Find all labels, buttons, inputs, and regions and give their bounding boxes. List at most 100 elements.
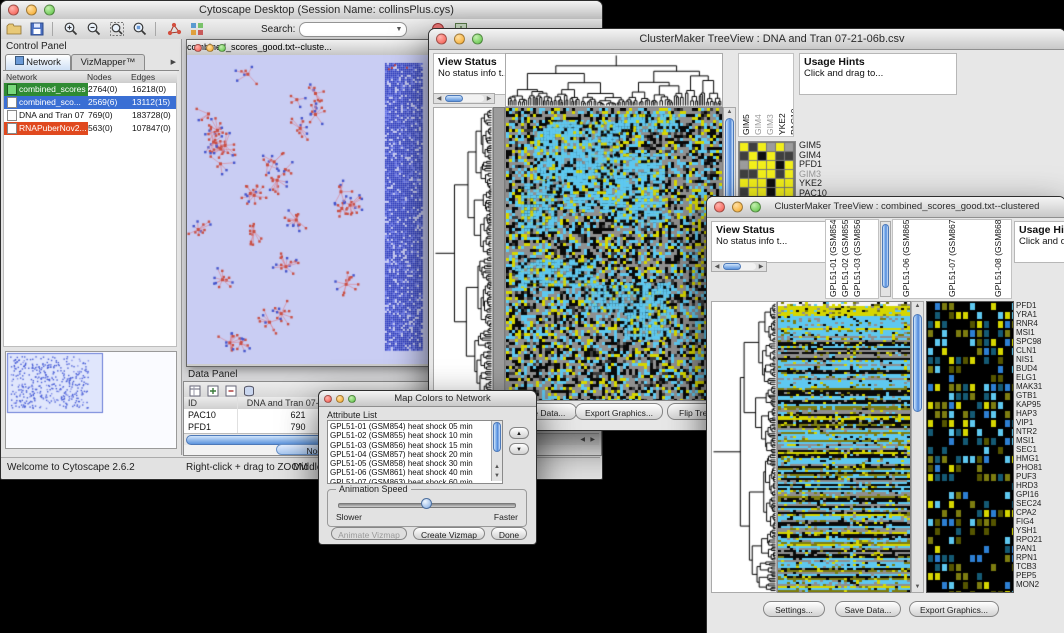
zoom-out-icon[interactable] — [86, 21, 104, 37]
gene-label[interactable]: TCB3 — [1016, 562, 1062, 571]
network-table-row[interactable]: combined_scores 2764(0) 16218(0) — [4, 83, 176, 96]
zoom-button[interactable] — [44, 5, 55, 16]
gene-label[interactable]: PFD1 — [1016, 301, 1062, 310]
scroll-right-icon[interactable]: ▶ — [590, 436, 595, 443]
zoom-in-icon[interactable] — [63, 21, 81, 37]
window-controls[interactable] — [8, 5, 55, 16]
gene-label[interactable]: CPA2 — [1016, 508, 1062, 517]
treeview1-titlebar[interactable]: ClusterMaker TreeView : DNA and Tran 07-… — [429, 29, 1064, 50]
minimize-button[interactable] — [454, 34, 465, 45]
vscrollbar-thumb[interactable] — [913, 314, 922, 412]
column-label[interactable]: GPL51-08 (GSM868) — [993, 221, 1003, 297]
heatmap-global-view[interactable] — [505, 107, 723, 401]
network-table-row[interactable]: RNAPuberNov2... 563(0) 107847(0) — [4, 122, 176, 135]
gene-label[interactable]: NIS1 — [1016, 355, 1062, 364]
birdseye-view[interactable] — [5, 351, 177, 449]
vscrollbar-thumb[interactable] — [493, 422, 501, 452]
dendrogram-hscrollbar[interactable]: ◀ ▶ — [433, 93, 495, 104]
scroll-up-icon[interactable]: ▲ — [724, 108, 735, 117]
attribute-list-item[interactable]: GPL51-03 (GSM856) heat shock 15 min — [330, 441, 490, 450]
dendrogram-hscrollbar[interactable]: ◀ ▶ — [711, 261, 767, 272]
close-button[interactable] — [714, 202, 725, 213]
vscrollbar-thumb[interactable] — [882, 224, 889, 288]
speed-slider-thumb[interactable] — [421, 498, 432, 509]
gene-label[interactable]: YSH1 — [1016, 526, 1062, 535]
attribute-function-icon[interactable] — [243, 384, 256, 396]
column-label[interactable]: PAC10 — [789, 55, 794, 135]
tab-vizmapper[interactable]: VizMapper™ — [71, 54, 145, 70]
create-vizmap-button[interactable]: Create Vizmap — [413, 527, 485, 540]
attribute-list-item[interactable]: GPL51-06 (GSM861) heat shock 40 min — [330, 468, 490, 477]
cytoscape-titlebar[interactable]: Cytoscape Desktop (Session Name: collins… — [1, 1, 602, 20]
save-session-icon[interactable] — [29, 21, 47, 37]
gene-label[interactable]: RPN1 — [1016, 553, 1062, 562]
zoom-button[interactable] — [218, 44, 226, 52]
gene-label[interactable]: VIP1 — [1016, 418, 1062, 427]
scroll-left-icon[interactable]: ◀ — [580, 436, 585, 443]
attribute-list-item[interactable]: GPL51-02 (GSM855) heat shock 10 min — [330, 431, 490, 440]
column-label[interactable]: GPL51-03 (GSM856) — [852, 221, 862, 297]
close-button[interactable] — [194, 44, 202, 52]
tab-network[interactable]: Network — [5, 54, 71, 70]
gene-dendrogram[interactable] — [711, 301, 777, 593]
labels-vscrollbar[interactable] — [880, 221, 891, 297]
gene-label[interactable]: KAP95 — [1016, 400, 1062, 409]
gene-label[interactable]: HMG1 — [1016, 454, 1062, 463]
hscrollbar-thumb[interactable] — [723, 263, 741, 270]
attribute-list-item[interactable]: GPL51-01 (GSM854) heat shock 05 min — [330, 422, 490, 431]
gene-label[interactable]: SEC24 — [1016, 499, 1062, 508]
network-window-controls[interactable] — [194, 44, 226, 52]
close-button[interactable] — [8, 5, 19, 16]
move-up-button[interactable]: ▲ — [509, 427, 529, 439]
heatmap-global-view[interactable] — [777, 301, 911, 593]
list-vscrollbar[interactable]: ▲ ▼ — [491, 421, 502, 481]
gene-label[interactable]: NTR2 — [1016, 427, 1062, 436]
gene-label[interactable]: HRD3 — [1016, 481, 1062, 490]
heatmap-zoom-view[interactable] — [738, 141, 796, 199]
gene-dendrogram[interactable] — [433, 107, 493, 401]
column-label[interactable]: YKE2 — [777, 55, 787, 135]
gene-label[interactable]: PUF3 — [1016, 472, 1062, 481]
gene-label[interactable]: RNR4 — [1016, 319, 1062, 328]
save-data-button[interactable]: Save Data... — [835, 601, 901, 617]
gene-label[interactable]: GPI16 — [1016, 490, 1062, 499]
column-label[interactable]: GIM4 — [753, 55, 763, 135]
export-graphics-button[interactable]: Export Graphics... — [909, 601, 999, 617]
treeview2-titlebar[interactable]: ClusterMaker TreeView : combined_scores_… — [707, 197, 1064, 218]
attribute-list-item[interactable]: GPL51-05 (GSM858) heat shock 30 min — [330, 459, 490, 468]
scroll-down-icon[interactable]: ▼ — [492, 472, 502, 481]
gene-label[interactable]: MSI1 — [1016, 436, 1062, 445]
attribute-list-item[interactable]: GPL51-04 (GSM857) heat shock 20 min — [330, 450, 490, 459]
column-label[interactable]: GPL51-06 (GSM865) — [901, 221, 911, 297]
hscrollbar-thumb[interactable] — [445, 95, 463, 102]
column-label[interactable]: GIM5 — [741, 55, 751, 135]
gene-label[interactable]: SPC98 — [1016, 337, 1062, 346]
animate-vizmap-button[interactable]: Animate Vizmap — [331, 527, 407, 540]
open-session-icon[interactable] — [6, 21, 24, 37]
gene-label[interactable]: HAP3 — [1016, 409, 1062, 418]
scroll-up-icon[interactable]: ▲ — [492, 463, 502, 472]
select-attributes-icon[interactable] — [189, 384, 202, 396]
column-label[interactable]: GPL51-02 (GSM855) — [840, 221, 850, 297]
gene-label[interactable]: PHO81 — [1016, 463, 1062, 472]
gene-label[interactable]: MAK31 — [1016, 382, 1062, 391]
minimize-button[interactable] — [26, 5, 37, 16]
network-view-titlebar[interactable]: combined_scores_good.txt--cluste... — [187, 40, 435, 56]
column-label[interactable]: GIM3 — [765, 55, 775, 135]
gene-label[interactable]: CLN1 — [1016, 346, 1062, 355]
done-button[interactable]: Done — [491, 527, 527, 540]
network-canvas[interactable] — [187, 55, 433, 364]
gene-label[interactable]: PAN1 — [1016, 544, 1062, 553]
gene-label[interactable]: SEC1 — [1016, 445, 1062, 454]
close-button[interactable] — [436, 34, 447, 45]
zoom-button[interactable] — [472, 34, 483, 45]
tab-overflow-arrow[interactable]: ▶ — [171, 58, 176, 66]
search-dropdown-icon[interactable]: ▼ — [395, 26, 402, 33]
vizmapper-icon[interactable] — [189, 21, 207, 37]
gene-label[interactable]: RPO21 — [1016, 535, 1062, 544]
scroll-right-icon[interactable]: ▶ — [484, 95, 494, 102]
scroll-left-icon[interactable]: ◀ — [712, 263, 722, 270]
export-graphics-button[interactable]: Export Graphics... — [575, 403, 663, 420]
search-input[interactable] — [299, 22, 407, 37]
layout-icon[interactable] — [166, 21, 184, 37]
